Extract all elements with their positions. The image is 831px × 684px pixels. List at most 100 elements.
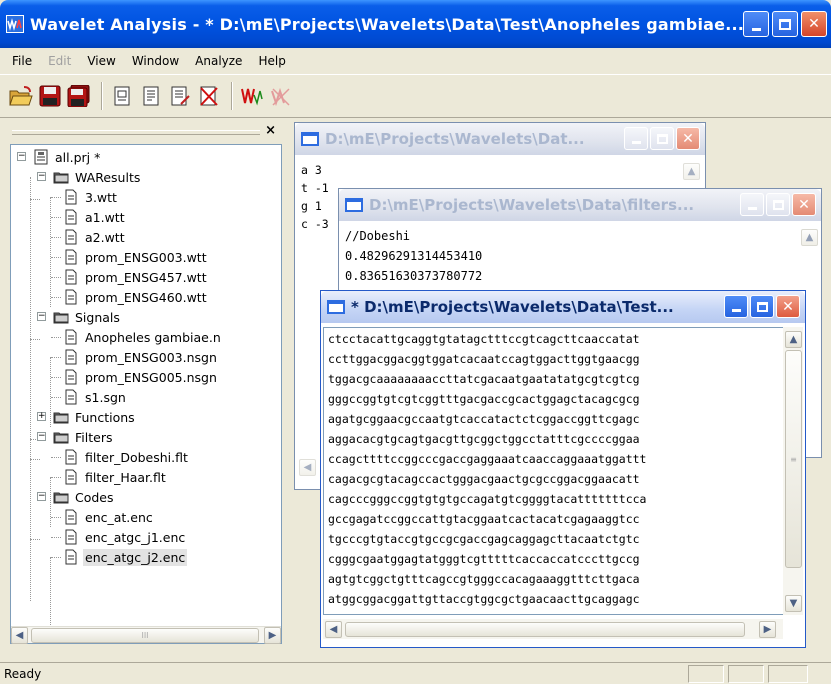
clear-transform-icon[interactable] <box>268 83 294 109</box>
close-button[interactable]: ✕ <box>801 11 827 37</box>
project-tree: − all.prj * − WAResults 3.wtt a1.wtt a2.wtt p… <box>10 144 282 644</box>
menu-help[interactable]: Help <box>250 52 293 70</box>
new-project-icon[interactable] <box>109 83 135 109</box>
properties-icon[interactable] <box>138 83 164 109</box>
scroll-right-icon[interactable]: ▶ <box>759 621 776 638</box>
tree-file-label: Anopheles gambiae.n <box>85 329 221 345</box>
close-panel-icon[interactable]: × <box>265 123 276 138</box>
menu-file[interactable]: File <box>4 52 40 70</box>
sequence-horizontal-scrollbar[interactable]: ◀ ▶ <box>323 619 783 639</box>
menu-view[interactable]: View <box>79 52 123 70</box>
collapse-icon[interactable]: − <box>17 152 26 161</box>
tree-file-item[interactable]: enc_at.enc <box>51 507 155 527</box>
tree-file-item[interactable]: s1.sgn <box>51 387 128 407</box>
edit-document-icon[interactable] <box>167 83 193 109</box>
child-window-3-close-button[interactable]: ✕ <box>776 295 800 318</box>
child-window-2-title-bar[interactable]: D:\mE\Projects\Wavelets\Data\filters... … <box>339 189 821 221</box>
wavelet-transform-icon[interactable] <box>239 83 265 109</box>
save-icon[interactable] <box>37 83 63 109</box>
wavelet-app-icon <box>6 15 24 33</box>
tree-folder-label: Functions <box>75 409 135 425</box>
child-window-2-minimize-button[interactable] <box>740 193 764 216</box>
tree-file-item[interactable]: enc_atgc_j1.enc <box>51 527 187 547</box>
status-pane <box>768 665 808 683</box>
folder-icon <box>53 492 69 504</box>
minimize-button[interactable] <box>743 11 769 37</box>
tree-folder-filters[interactable]: − Filters <box>37 427 114 447</box>
tree-root[interactable]: − all.prj * <box>17 147 102 167</box>
tree-folder-label: Filters <box>75 429 113 445</box>
tree-file-label: enc_at.enc <box>85 509 153 525</box>
file-icon <box>65 509 77 525</box>
tree-file-label: filter_Haar.flt <box>85 469 166 485</box>
folder-icon <box>53 432 69 444</box>
scroll-right-icon[interactable]: ▶ <box>264 627 281 644</box>
tree-folder-label: Signals <box>75 309 120 325</box>
child-window-3-maximize-button[interactable] <box>750 295 774 318</box>
tree-folder-waresults[interactable]: − WAResults <box>37 167 142 187</box>
tree-folder-signals[interactable]: − Signals <box>37 307 122 327</box>
tree-file-item[interactable]: prom_ENSG457.wtt <box>51 267 209 287</box>
child-window-3-title-bar[interactable]: * D:\mE\Projects\Wavelets\Data\Test... ✕ <box>321 291 805 323</box>
collapse-icon[interactable]: − <box>37 312 46 321</box>
project-tree-panel: × − all.prj * − WAResults 3.wtt a1.wtt a2.wt… <box>10 123 282 644</box>
child-window-3[interactable]: * D:\mE\Projects\Wavelets\Data\Test... ✕… <box>320 290 806 648</box>
code-line: a 3 <box>301 163 322 177</box>
tree-folder-codes[interactable]: − Codes <box>37 487 116 507</box>
expand-icon[interactable]: + <box>37 412 46 421</box>
panel-grip[interactable]: × <box>10 123 282 140</box>
tree-file-label: prom_ENSG003.nsgn <box>85 349 217 365</box>
scroll-left-icon[interactable]: ◀ <box>11 627 28 644</box>
scroll-thumb[interactable] <box>345 622 745 637</box>
scroll-up-icon[interactable]: ▲ <box>683 163 700 180</box>
tree-folder-label: WAResults <box>75 169 141 185</box>
collapse-icon[interactable]: − <box>37 172 46 181</box>
child-window-1-minimize-button[interactable] <box>624 127 648 150</box>
collapse-icon[interactable]: − <box>37 492 46 501</box>
tree-file-item[interactable]: filter_Dobeshi.flt <box>51 447 190 467</box>
child-window-2-maximize-button[interactable] <box>766 193 790 216</box>
file-icon <box>65 549 77 565</box>
child-window-1-maximize-button[interactable] <box>650 127 674 150</box>
scroll-down-icon[interactable]: ▼ <box>785 595 802 612</box>
menu-analyze[interactable]: Analyze <box>187 52 250 70</box>
child-window-1-title-bar[interactable]: D:\mE\Projects\Wavelets\Dat... ✕ <box>295 123 705 155</box>
open-folder-icon[interactable] <box>8 83 34 109</box>
scroll-up-icon[interactable]: ▲ <box>801 229 818 246</box>
delete-document-icon[interactable] <box>196 83 222 109</box>
code-line: c -3 <box>301 217 329 231</box>
menu-window[interactable]: Window <box>124 52 187 70</box>
tree-file-label: prom_ENSG003.wtt <box>85 249 207 265</box>
scroll-left-icon[interactable]: ◀ <box>299 459 316 476</box>
collapse-icon[interactable]: − <box>37 432 46 441</box>
tree-file-label: 3.wtt <box>85 189 117 205</box>
sequence-line: ccagcttttccggcccgaccgaggaaatcaaccaggaaat… <box>328 452 647 466</box>
tree-file-item[interactable]: enc_atgc_j2.enc <box>51 547 188 567</box>
save-all-icon[interactable] <box>66 83 92 109</box>
tree-file-item[interactable]: Anopheles gambiae.n <box>51 327 223 347</box>
tree-file-item[interactable]: filter_Haar.flt <box>51 467 168 487</box>
scroll-up-icon[interactable]: ▲ <box>785 331 802 348</box>
scroll-left-icon[interactable]: ◀ <box>325 621 342 638</box>
tree-horizontal-scrollbar[interactable]: ◀ III ▶ <box>11 626 281 644</box>
maximize-button[interactable] <box>772 11 798 37</box>
status-pane <box>728 665 764 683</box>
tree-file-item[interactable]: prom_ENSG003.wtt <box>51 247 209 267</box>
scroll-thumb[interactable]: ≡ <box>785 350 802 568</box>
sequence-vertical-scrollbar[interactable]: ▲ ≡ ▼ <box>783 327 803 615</box>
child-window-3-minimize-button[interactable] <box>724 295 748 318</box>
tree-file-item[interactable]: 3.wtt <box>51 187 119 207</box>
tree-file-item[interactable]: prom_ENSG460.wtt <box>51 287 209 307</box>
tree-file-item[interactable]: a1.wtt <box>51 207 127 227</box>
tree-file-item[interactable]: prom_ENSG005.nsgn <box>51 367 219 387</box>
child-window-2-close-button[interactable]: ✕ <box>792 193 816 216</box>
tree-file-item[interactable]: prom_ENSG003.nsgn <box>51 347 219 367</box>
scroll-thumb[interactable]: III <box>31 628 259 643</box>
menu-edit[interactable]: Edit <box>40 52 79 70</box>
tree-folder-functions[interactable]: + Functions <box>37 407 137 427</box>
tree-file-item[interactable]: a2.wtt <box>51 227 127 247</box>
sequence-text-area[interactable]: ctcctacattgcaggtgtatagctttccgtcagcttcaac… <box>323 327 783 615</box>
child-window-1-close-button[interactable]: ✕ <box>676 127 700 150</box>
child-window-3-title: * D:\mE\Projects\Wavelets\Data\Test... <box>351 298 674 316</box>
app-title-bar[interactable]: Wavelet Analysis - * D:\mE\Projects\Wave… <box>0 0 831 48</box>
